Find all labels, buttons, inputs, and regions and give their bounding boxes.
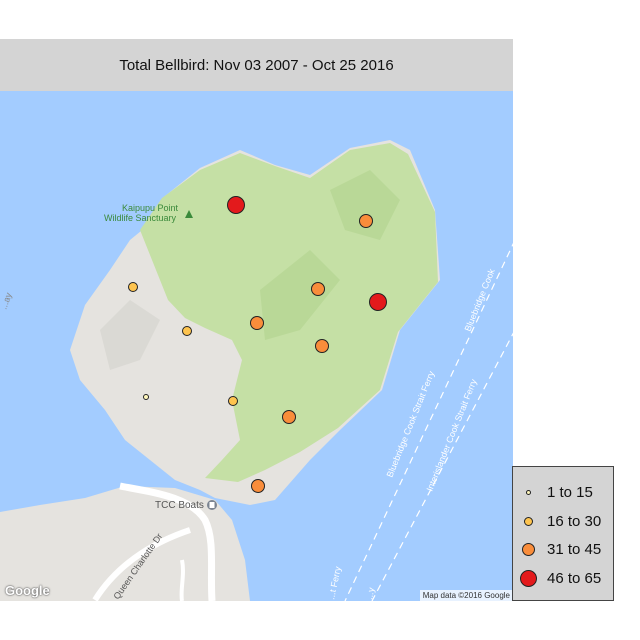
google-logo: Google <box>5 583 50 598</box>
legend-item: 46 to 65 <box>513 564 613 592</box>
map-view[interactable]: Kaipupu Point Wildlife Sanctuary TCC Boa… <box>0 91 513 601</box>
sanctuary-label: Wildlife Sanctuary <box>104 213 177 223</box>
tcc-boats-label: TCC Boats <box>155 500 204 511</box>
legend-label: 16 to 30 <box>547 512 602 530</box>
map-title: Total Bellbird: Nov 03 2007 - Oct 25 201… <box>0 39 513 91</box>
observation-point[interactable] <box>143 394 149 400</box>
legend-symbol <box>523 516 533 526</box>
legend-label: 46 to 65 <box>547 569 602 587</box>
observation-point[interactable] <box>128 282 138 292</box>
map-canvas: Kaipupu Point Wildlife Sanctuary TCC Boa… <box>0 91 513 601</box>
legend-symbol <box>519 569 537 587</box>
observation-point[interactable] <box>228 396 238 406</box>
road-line <box>179 559 185 601</box>
observation-point[interactable] <box>182 326 192 336</box>
legend-item: 31 to 45 <box>513 535 613 563</box>
observation-point[interactable] <box>227 196 245 214</box>
observation-point[interactable] <box>369 293 387 311</box>
legend-symbol <box>525 489 531 495</box>
boat-icon-glyph <box>209 502 215 508</box>
map-legend: 1 to 15 16 to 30 31 to 45 46 to 65 <box>512 466 614 601</box>
legend-item: 1 to 15 <box>513 478 613 506</box>
observation-point[interactable] <box>250 316 264 330</box>
observation-point[interactable] <box>315 339 329 353</box>
observation-point[interactable] <box>282 410 296 424</box>
observation-point[interactable] <box>311 282 325 296</box>
sanctuary-label: Kaipupu Point <box>122 203 179 213</box>
map-attribution[interactable]: Map data ©2016 Google <box>419 590 513 601</box>
legend-label: 31 to 45 <box>547 540 602 558</box>
legend-symbol <box>521 542 535 556</box>
legend-item: 16 to 30 <box>513 507 613 535</box>
legend-label: 1 to 15 <box>547 483 593 501</box>
observation-point[interactable] <box>251 479 265 493</box>
observation-point[interactable] <box>359 214 373 228</box>
